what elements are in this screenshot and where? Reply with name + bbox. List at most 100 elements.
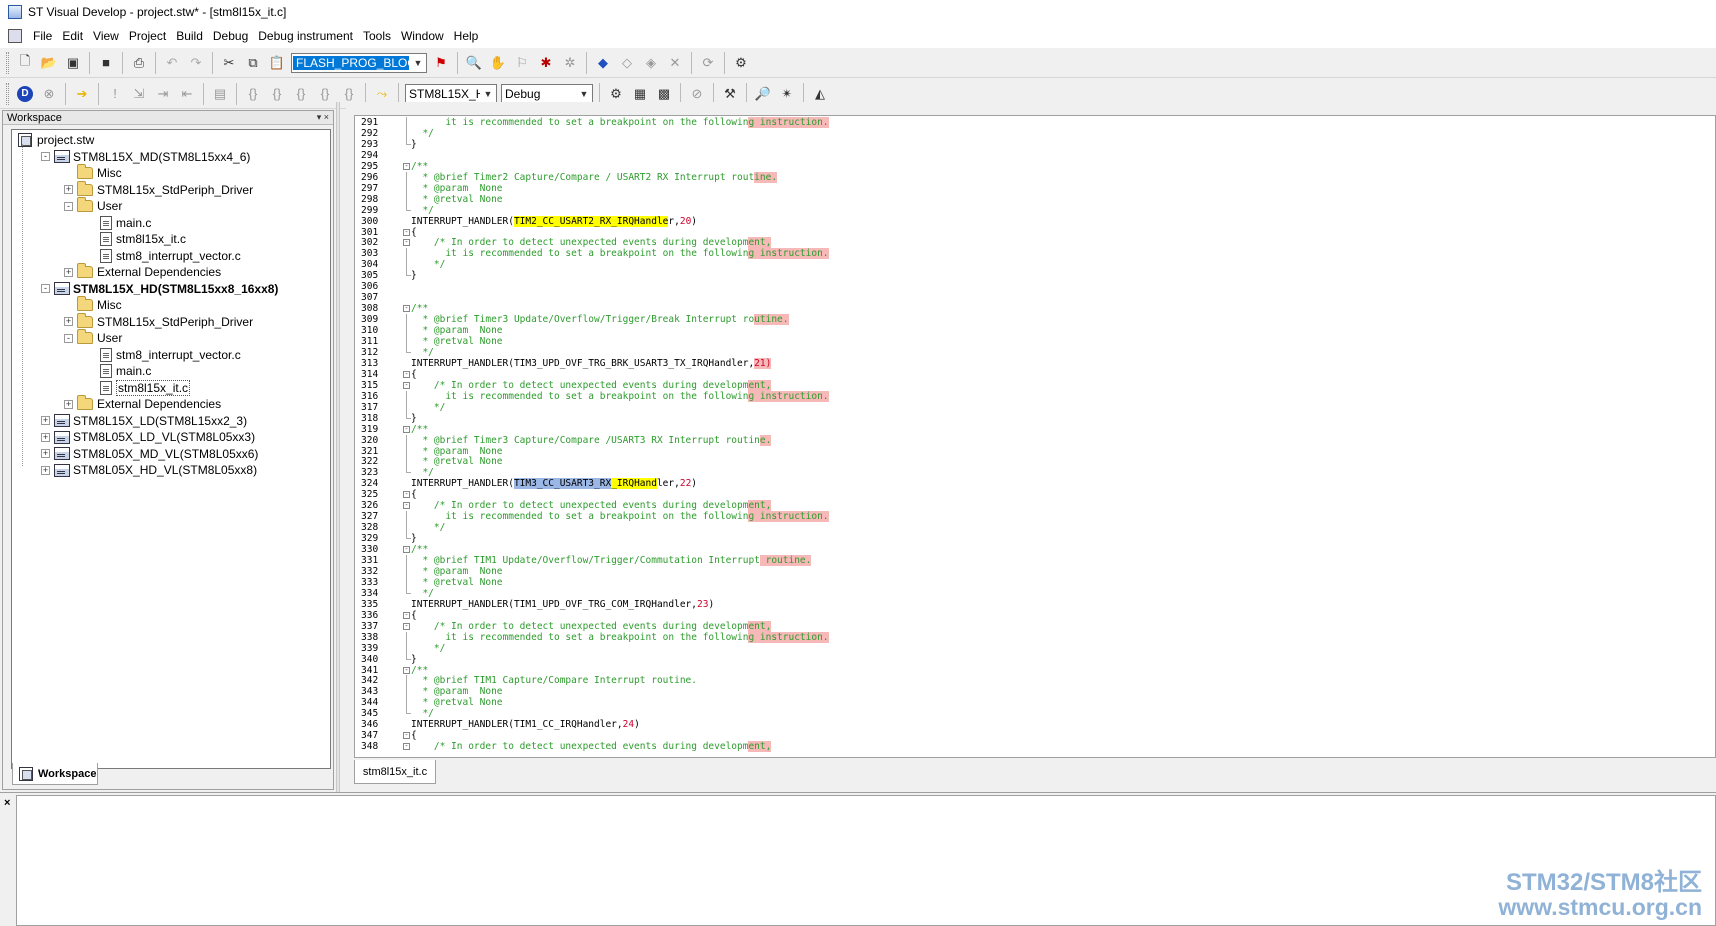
expand-icon[interactable]: + xyxy=(41,433,50,442)
tree-item[interactable]: stm8l15x_it.c xyxy=(87,380,190,397)
code-line[interactable]: 315- /* In order to detect unexpected ev… xyxy=(355,380,1715,391)
expand-icon[interactable]: + xyxy=(41,416,50,425)
code-line[interactable]: 345 */ xyxy=(355,708,1715,719)
menu-tools[interactable]: Tools xyxy=(358,24,396,48)
tree-item[interactable]: +STM8L15x_StdPeriph_Driver xyxy=(64,314,253,331)
code-line[interactable]: 313INTERRUPT_HANDLER(TIM3_UPD_OVF_TRG_BR… xyxy=(355,358,1715,369)
code-line[interactable]: 346INTERRUPT_HANDLER(TIM1_CC_IRQHandler,… xyxy=(355,719,1715,730)
tree-item[interactable]: -STM8L15X_HD(STM8L15xx8_16xx8) xyxy=(41,281,278,298)
tree-item[interactable]: +STM8L05X_LD_VL(STM8L05xx3) xyxy=(41,429,255,446)
tree-item[interactable]: +STM8L15X_LD(STM8L15xx2_3) xyxy=(41,413,247,430)
find-icon[interactable]: ⚑ xyxy=(430,52,452,74)
output-window[interactable] xyxy=(16,795,1716,926)
code-line[interactable]: 297 * @param None xyxy=(355,183,1715,194)
menu-debug-instrument[interactable]: Debug instrument xyxy=(253,24,358,48)
redo-icon[interactable]: ↷ xyxy=(185,52,207,74)
step-into-icon[interactable]: ⇲ xyxy=(128,83,150,105)
fold-toggle-icon[interactable]: - xyxy=(403,546,410,553)
collapse-icon[interactable]: - xyxy=(41,152,50,161)
disassembly-icon[interactable]: ▤ xyxy=(209,83,231,105)
tree-item[interactable]: +External Dependencies xyxy=(64,396,221,413)
code-line[interactable]: 318} xyxy=(355,413,1715,424)
fold-toggle-icon[interactable]: - xyxy=(403,623,410,630)
find-combo[interactable]: FLASH_PROG_BLOCKS ▼ xyxy=(291,53,427,73)
code-line[interactable]: 299 */ xyxy=(355,205,1715,216)
collapse-icon[interactable]: - xyxy=(64,334,73,343)
panel-controls[interactable]: ▾ × xyxy=(317,112,333,123)
step-out-icon[interactable]: ⇤ xyxy=(176,83,198,105)
code-line[interactable]: 336-{ xyxy=(355,610,1715,621)
collapse-icon[interactable]: - xyxy=(41,284,50,293)
clear-breakpoints-icon[interactable]: ✲ xyxy=(559,52,581,74)
code-line[interactable]: 311 * @retval None xyxy=(355,336,1715,347)
menu-build[interactable]: Build xyxy=(171,24,208,48)
code-line[interactable]: 339 */ xyxy=(355,643,1715,654)
code-line[interactable]: 316 it is recommended to set a breakpoin… xyxy=(355,391,1715,402)
code-line[interactable]: 312 */ xyxy=(355,347,1715,358)
expand-icon[interactable]: + xyxy=(64,317,73,326)
code-line[interactable]: 308-/** xyxy=(355,303,1715,314)
next-bookmark-icon[interactable]: ◆ xyxy=(592,52,614,74)
workspace-tree[interactable]: project.stw-STM8L15X_MD(STM8L15xx4_6)Mis… xyxy=(11,129,331,769)
code-line[interactable]: 307 xyxy=(355,292,1715,303)
fold-toggle-icon[interactable]: - xyxy=(403,426,410,433)
code-line[interactable]: 306 xyxy=(355,281,1715,292)
menu-view[interactable]: View xyxy=(88,24,124,48)
code-line[interactable]: 320 * @brief Timer3 Capture/Compare /USA… xyxy=(355,435,1715,446)
menu-project[interactable]: Project xyxy=(124,24,171,48)
refresh-icon[interactable]: ⟳ xyxy=(697,52,719,74)
new-file-icon[interactable]: 🗋 xyxy=(14,52,36,74)
tree-item[interactable]: +External Dependencies xyxy=(64,264,221,281)
config-combo-value[interactable]: Debug xyxy=(502,87,576,101)
tree-item[interactable]: main.c xyxy=(87,215,151,232)
menu-window[interactable]: Window xyxy=(396,24,449,48)
code-line[interactable]: 332 * @param None xyxy=(355,566,1715,577)
toggle-breakpoint-icon[interactable]: ✱ xyxy=(535,52,557,74)
fold-toggle-icon[interactable]: - xyxy=(403,305,410,312)
tree-item[interactable]: stm8_interrupt_vector.c xyxy=(87,347,241,364)
copy-icon[interactable]: ⧉ xyxy=(242,52,264,74)
fold-toggle-icon[interactable]: - xyxy=(403,743,410,750)
code-line[interactable]: 347-{ xyxy=(355,730,1715,741)
tree-item[interactable]: -User xyxy=(64,198,122,215)
settings-icon[interactable]: ⚙ xyxy=(730,52,752,74)
chevron-down-icon[interactable]: ▼ xyxy=(410,54,426,72)
code-line[interactable]: 340} xyxy=(355,654,1715,665)
expand-icon[interactable]: + xyxy=(64,400,73,409)
code-line[interactable]: 298 * @retval None xyxy=(355,194,1715,205)
code-line[interactable]: 310 * @param None xyxy=(355,325,1715,336)
fold-toggle-icon[interactable]: - xyxy=(403,732,410,739)
toolbar-grip[interactable] xyxy=(6,83,9,105)
code-line[interactable]: 296 * @brief Timer2 Capture/Compare / US… xyxy=(355,172,1715,183)
fold-toggle-icon[interactable]: - xyxy=(403,163,410,170)
undo-icon[interactable]: ↶ xyxy=(161,52,183,74)
code-line[interactable]: 301-{ xyxy=(355,227,1715,238)
save-icon[interactable]: ■ xyxy=(95,52,117,74)
code-line[interactable]: 309 * @brief Timer3 Update/Overflow/Trig… xyxy=(355,314,1715,325)
open-file-icon[interactable]: 📂 xyxy=(38,52,60,74)
clear-bookmarks-icon[interactable]: ◈ xyxy=(640,52,662,74)
stop-icon[interactable]: ⊗ xyxy=(38,83,60,105)
toolbar-grip[interactable] xyxy=(6,52,9,74)
menu-help[interactable]: Help xyxy=(449,24,484,48)
code-editor[interactable]: 291 it is recommended to set a breakpoin… xyxy=(354,115,1716,758)
code-line[interactable]: 319-/** xyxy=(355,424,1715,435)
step-brace-in-icon[interactable]: {} xyxy=(266,83,288,105)
run-arrow-icon[interactable]: ➔ xyxy=(71,83,93,105)
close-file-icon[interactable]: ▣ xyxy=(62,52,84,74)
code-line[interactable]: 338 it is recommended to set a breakpoin… xyxy=(355,632,1715,643)
fold-toggle-icon[interactable]: - xyxy=(403,239,410,246)
paste-icon[interactable]: 📋 xyxy=(266,52,288,74)
code-line[interactable]: 343 * @param None xyxy=(355,686,1715,697)
find-combo-value[interactable]: FLASH_PROG_BLOCKS xyxy=(293,56,409,70)
fold-toggle-icon[interactable]: - xyxy=(403,612,410,619)
panel-splitter[interactable] xyxy=(336,102,340,792)
tree-item[interactable]: +STM8L15x_StdPeriph_Driver xyxy=(64,182,253,199)
code-line[interactable]: 341-/** xyxy=(355,665,1715,676)
code-line[interactable]: 291 it is recommended to set a breakpoin… xyxy=(355,117,1715,128)
step-brace-over-icon[interactable]: {} xyxy=(314,83,336,105)
code-line[interactable]: 305} xyxy=(355,270,1715,281)
step-brace-out-icon[interactable]: {} xyxy=(290,83,312,105)
code-line[interactable]: 322 * @retval None xyxy=(355,456,1715,467)
editor-tab[interactable]: stm8l15x_it.c xyxy=(354,760,436,784)
